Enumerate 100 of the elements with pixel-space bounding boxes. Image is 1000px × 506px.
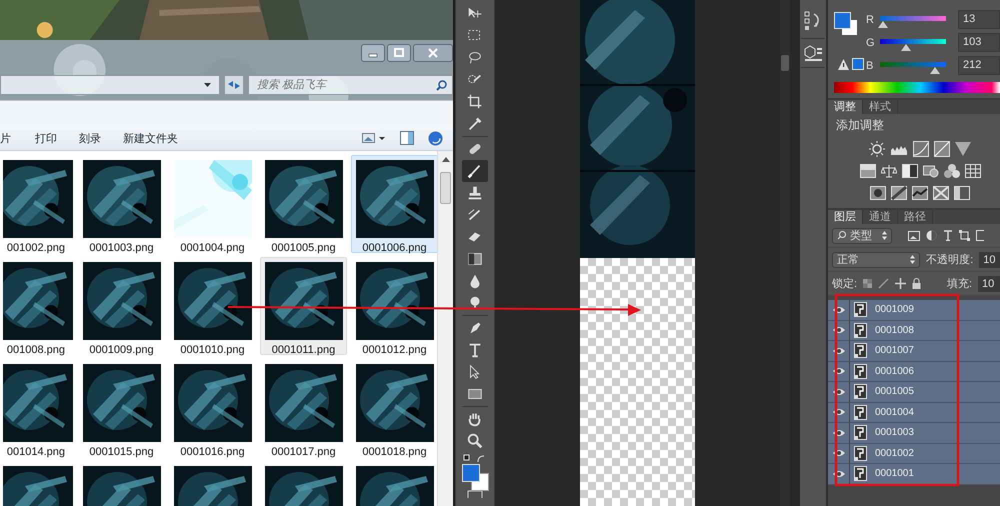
panel-tab[interactable]: 调整 [828, 100, 863, 114]
file-item[interactable]: 001002.png [0, 155, 74, 253]
lock-pixels-icon[interactable] [863, 279, 872, 288]
exposure-icon[interactable] [934, 141, 950, 157]
posterize-icon[interactable] [891, 186, 907, 200]
eye-icon[interactable] [832, 408, 844, 416]
scroll-thumb[interactable] [781, 55, 789, 71]
file-item[interactable]: 0001017.png [260, 359, 347, 457]
blend-mode-dropdown[interactable]: 正常 [832, 252, 920, 268]
toolbar-command[interactable]: 打印 [35, 128, 57, 148]
file-name: 0001012.png [362, 344, 427, 356]
toolbar-command[interactable]: 刻录 [79, 128, 101, 148]
eye-icon[interactable] [832, 326, 844, 334]
curves-icon[interactable] [913, 141, 929, 157]
lock-icon[interactable] [912, 278, 922, 289]
layer-thumbnail-icon [854, 404, 867, 420]
layer-row[interactable]: 0001003 [828, 423, 1000, 444]
layer-row[interactable]: 0001009 [828, 300, 1000, 320]
lock-move-icon[interactable] [895, 278, 906, 289]
value-field[interactable]: 212 [958, 56, 1000, 75]
scroll-up-icon[interactable] [442, 157, 450, 162]
cube-icon[interactable] [803, 45, 823, 61]
file-item[interactable]: 0001009.png [78, 257, 165, 355]
layer-row[interactable]: 0001008 [828, 320, 1000, 341]
refresh-button[interactable] [224, 75, 244, 95]
file-item[interactable]: 0001012.png [351, 257, 437, 355]
file-item[interactable]: 001008.png [0, 257, 74, 355]
camera-icon[interactable] [922, 164, 938, 178]
file-item[interactable]: 0001003.png [78, 155, 165, 253]
brightness-icon[interactable] [869, 141, 885, 157]
filter-dropdown[interactable]: 类型 [832, 228, 892, 244]
layer-row[interactable]: 0001005 [828, 382, 1000, 402]
channel-mixer-icon[interactable] [944, 164, 960, 178]
panel-tab[interactable]: 路径 [898, 210, 933, 224]
file-item[interactable]: 0001016.png [169, 359, 256, 457]
eye-icon[interactable] [832, 428, 844, 437]
hue-icon[interactable] [860, 164, 876, 178]
preview-pane-icon[interactable] [400, 131, 414, 145]
threshold-icon[interactable] [912, 186, 928, 200]
history-icon[interactable] [804, 10, 822, 32]
file-item[interactable]: 0001015.png [78, 359, 165, 457]
eye-icon[interactable] [832, 449, 844, 458]
file-item[interactable]: 001014.png [0, 359, 74, 457]
shape-filter-icon[interactable] [959, 230, 970, 241]
layer-row[interactable]: 0001001 [828, 464, 1000, 484]
image-filter-icon[interactable] [908, 230, 920, 240]
layer-row[interactable]: 0001004 [828, 402, 1000, 423]
grid-table-icon[interactable] [964, 164, 980, 178]
swap-colors-icon[interactable] [463, 454, 487, 464]
eye-icon[interactable] [832, 306, 844, 314]
toolbar-command[interactable]: 新建文件夹 [123, 128, 178, 148]
search-field[interactable]: 搜索 极品飞车 [248, 75, 453, 95]
selective-color-icon[interactable] [933, 186, 949, 200]
eye-icon[interactable] [832, 388, 844, 396]
scrollbar[interactable] [780, 0, 790, 506]
view-options-icon[interactable] [362, 132, 386, 144]
close-button[interactable] [413, 44, 453, 62]
scrollbar[interactable] [437, 151, 453, 506]
eye-icon[interactable] [832, 367, 844, 376]
layer-row[interactable]: 0001006 [828, 362, 1000, 382]
eye-icon[interactable] [832, 470, 844, 478]
tool-button[interactable] [462, 160, 488, 182]
layer-row[interactable]: 0001002 [828, 444, 1000, 464]
channel-label: B [866, 60, 874, 72]
maximize-button[interactable] [387, 44, 411, 62]
file-item[interactable]: 0001018.png [351, 359, 437, 457]
address-field[interactable] [0, 75, 220, 95]
layer-row[interactable]: 0001007 [828, 341, 1000, 362]
file-item[interactable]: 0001006.png [351, 155, 437, 253]
color-swatches[interactable] [462, 464, 488, 490]
invert-icon[interactable] [870, 186, 886, 200]
gamut-swatch[interactable] [852, 58, 864, 70]
lock-brush-icon[interactable] [878, 278, 890, 289]
help-icon[interactable] [428, 130, 443, 146]
file-item[interactable]: 0001004.png [169, 155, 256, 253]
minimize-button[interactable] [361, 44, 385, 62]
value-field[interactable]: 103 [958, 33, 1000, 52]
balance-icon[interactable] [880, 164, 896, 178]
smart-object-filter-icon[interactable] [976, 230, 984, 241]
triangle-icon[interactable] [955, 142, 971, 156]
panel-tab[interactable]: 通道 [863, 210, 898, 224]
color-swatches[interactable] [834, 12, 860, 38]
eye-icon[interactable] [832, 346, 844, 355]
desaturate-icon[interactable] [902, 164, 918, 178]
type-filter-icon[interactable] [943, 230, 953, 241]
scroll-thumb[interactable] [440, 172, 451, 204]
toolbar-command[interactable]: 片 [0, 128, 11, 148]
file-item[interactable]: 0001005.png [260, 155, 347, 253]
panel-tab[interactable]: 图层 [828, 210, 863, 224]
file-item[interactable]: 0001011.png [260, 257, 347, 355]
color-spectrum[interactable] [834, 82, 1000, 93]
opacity-field[interactable]: 10 [979, 252, 1000, 268]
quick-mask-icon[interactable] [467, 490, 483, 498]
adjustment-filter-icon[interactable] [926, 230, 937, 241]
gradient-map-icon[interactable] [954, 186, 970, 200]
panel-tab[interactable]: 样式 [863, 100, 898, 114]
fill-field[interactable]: 10 [978, 276, 1000, 292]
channel-label: G [866, 36, 876, 48]
file-item[interactable]: 0001010.png [169, 257, 256, 355]
value-field[interactable]: 13 [958, 10, 1000, 29]
